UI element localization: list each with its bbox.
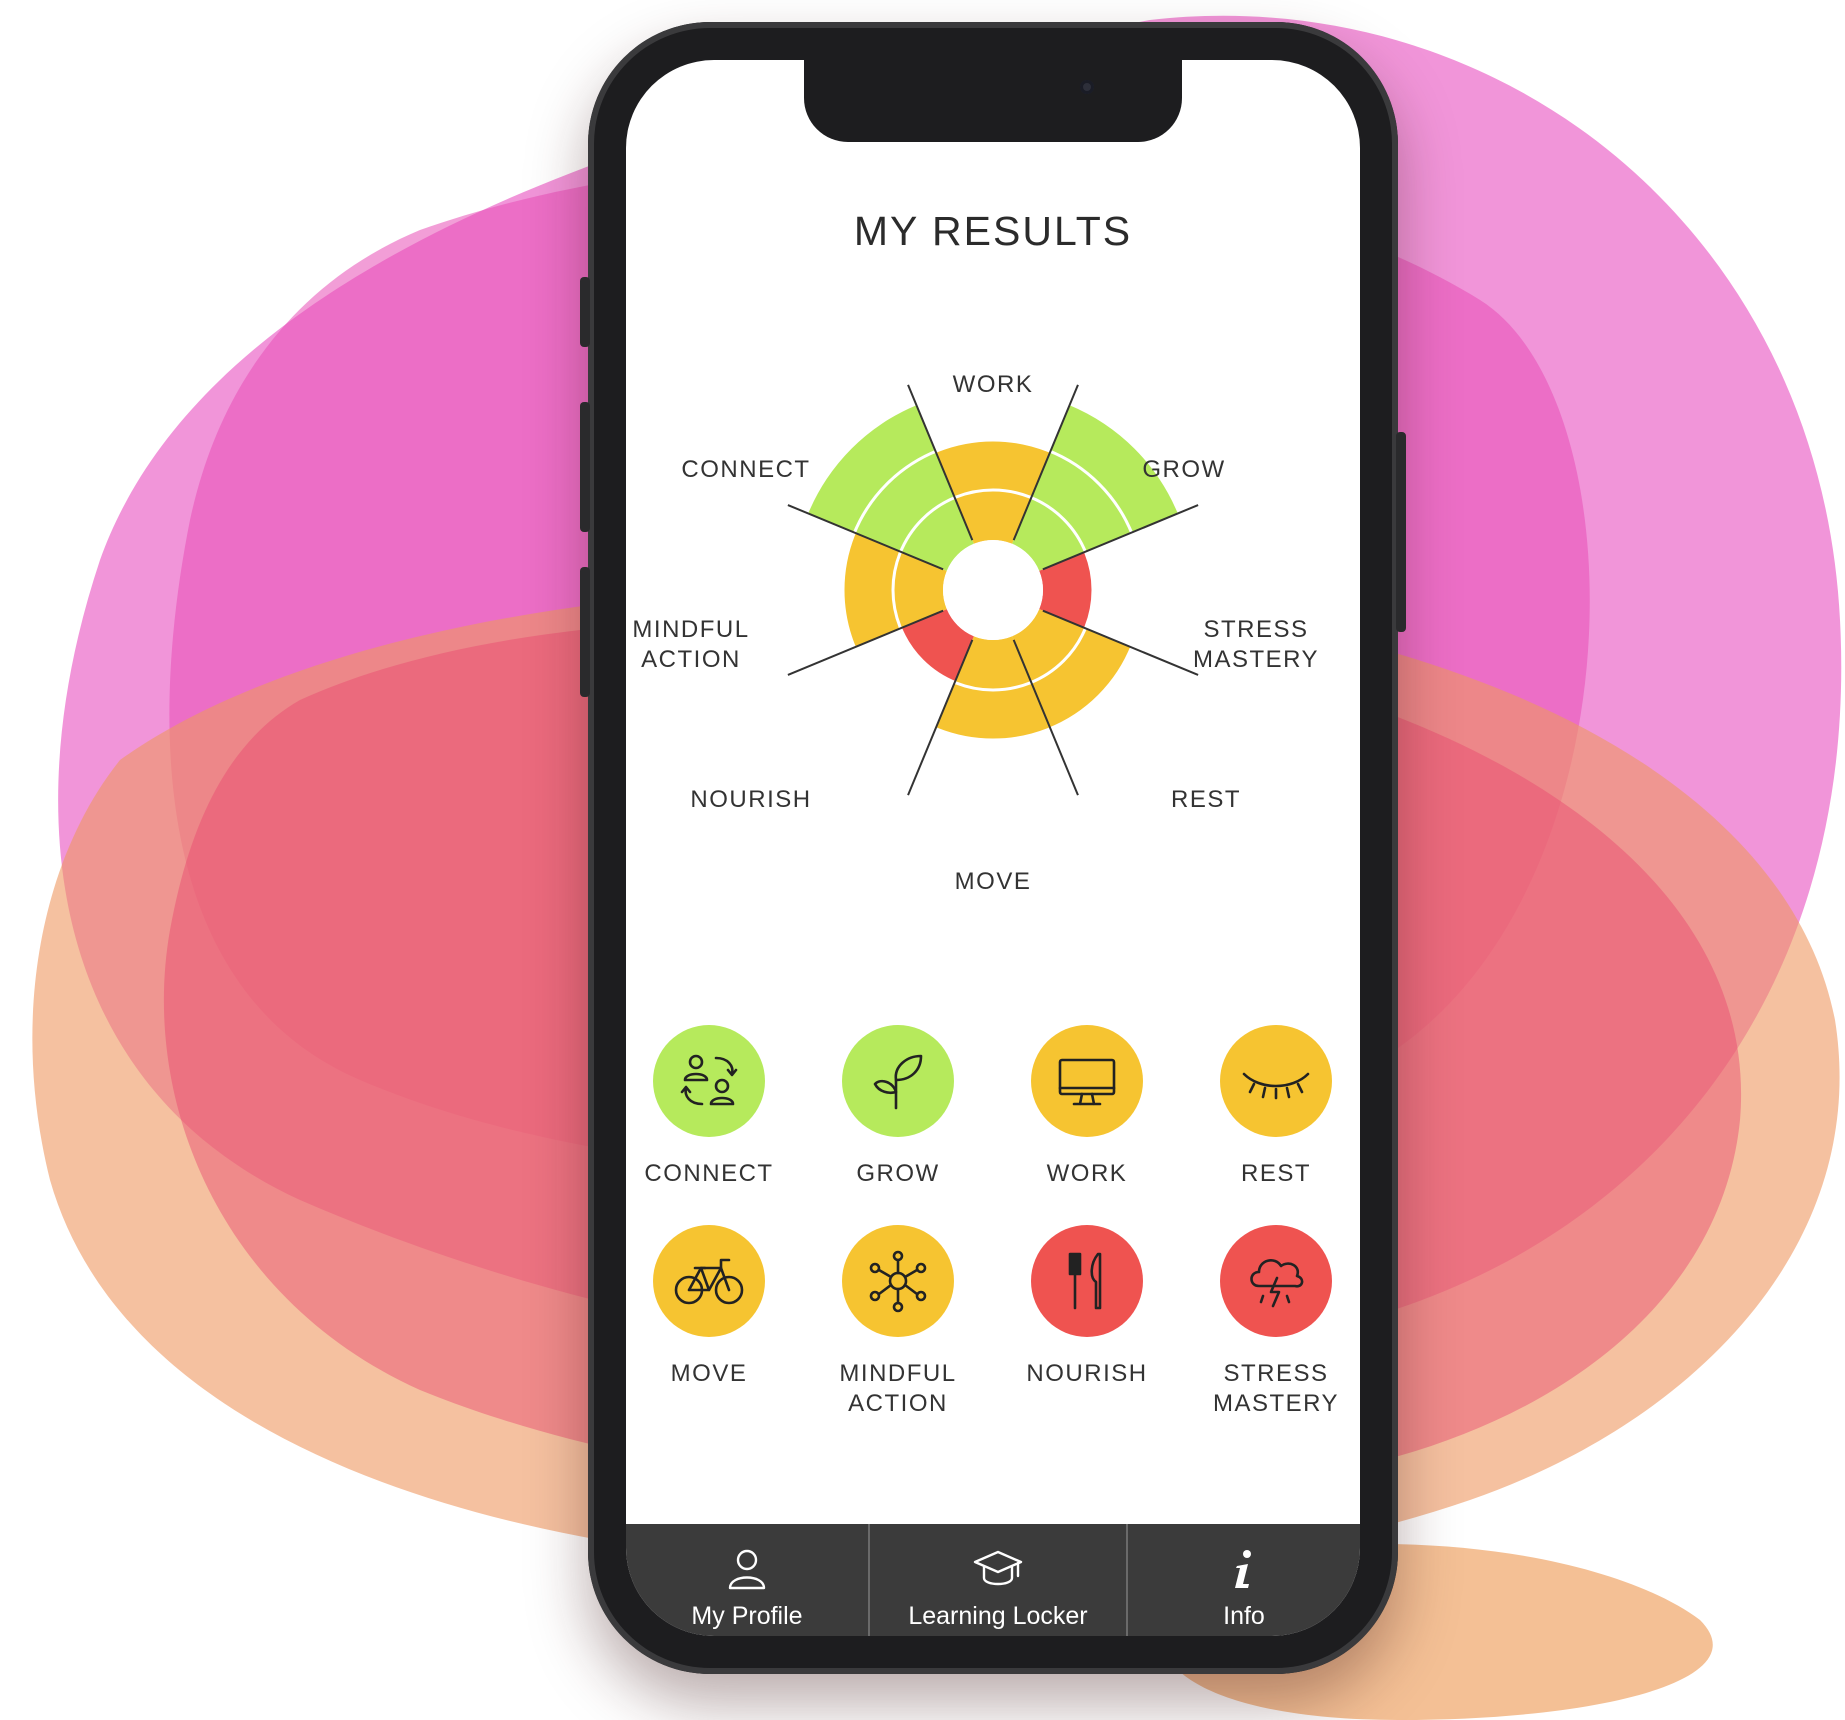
page-title: MY RESULTS	[853, 208, 1133, 254]
category-label: GROW	[856, 1160, 940, 1187]
wheel-label-rest: REST	[1170, 786, 1242, 813]
bottom-tab-bar: My Profile Learning Locker Info	[626, 1524, 1360, 1636]
bicycle-icon	[674, 1258, 744, 1305]
monitor-icon	[1058, 1058, 1116, 1106]
tab-label: My Profile	[691, 1602, 803, 1630]
info-icon	[1235, 1550, 1251, 1588]
phone-side-button	[1396, 432, 1406, 632]
category-circle	[653, 1225, 765, 1337]
category-work[interactable]: WORK	[997, 1025, 1177, 1189]
network-icon	[869, 1250, 927, 1313]
phone-side-button	[580, 567, 590, 697]
category-circle	[1220, 1225, 1332, 1337]
category-circle	[1031, 1025, 1143, 1137]
wheel-label-move: MOVE	[954, 868, 1032, 895]
wheel-label-grow: GROW	[1142, 456, 1226, 483]
sprout-icon	[873, 1054, 923, 1110]
camera-icon	[1080, 80, 1094, 94]
category-grow[interactable]: GROW	[808, 1025, 988, 1189]
user-icon	[728, 1549, 766, 1590]
tab-info[interactable]: Info	[1128, 1524, 1360, 1636]
category-label: CONNECT	[644, 1160, 774, 1187]
wheel-segment-connect	[808, 405, 974, 571]
category-label: MINDFUL ACTION	[839, 1360, 957, 1417]
category-nourish[interactable]: NOURISH	[997, 1225, 1177, 1389]
category-rest[interactable]: REST	[1186, 1025, 1360, 1189]
category-stress-mastery[interactable]: STRESS MASTERY	[1186, 1225, 1360, 1419]
category-circle	[842, 1225, 954, 1337]
results-wheel	[787, 384, 1199, 796]
tab-learning-locker[interactable]: Learning Locker	[870, 1524, 1128, 1636]
closed-eye-icon	[1242, 1072, 1310, 1100]
wheel-label-nourish: NOURISH	[690, 786, 812, 813]
phone-notch	[804, 60, 1182, 142]
category-label: REST	[1240, 1160, 1311, 1187]
category-circle	[842, 1025, 954, 1137]
category-move[interactable]: MOVE	[626, 1225, 799, 1389]
phone-side-button	[580, 277, 590, 347]
category-label: MOVE	[670, 1360, 748, 1387]
wheel-segment-grow	[1012, 405, 1178, 571]
category-circle	[1220, 1025, 1332, 1137]
storm-cloud-icon	[1250, 1259, 1304, 1308]
category-mindful-action[interactable]: MINDFUL ACTION	[808, 1225, 988, 1419]
tab-label: Info	[1223, 1602, 1265, 1630]
category-circle	[1031, 1225, 1143, 1337]
wheel-label-stress-mastery: STRESS MASTERY	[1192, 616, 1320, 673]
category-connect[interactable]: CONNECT	[626, 1025, 799, 1189]
category-label: WORK	[1046, 1160, 1128, 1187]
wheel-label-connect: CONNECT	[681, 456, 811, 483]
phone-frame: MY RESULTS WORK GROW STRESS MASTERY REST…	[580, 22, 1406, 1674]
wheel-label-mindful-action: MINDFUL ACTION	[632, 616, 750, 673]
graduation-cap-icon	[973, 1550, 1023, 1586]
category-label: NOURISH	[1026, 1360, 1148, 1387]
tab-my-profile[interactable]: My Profile	[626, 1524, 870, 1636]
tab-label: Learning Locker	[908, 1602, 1088, 1630]
wheel-label-work: WORK	[952, 371, 1034, 398]
cutlery-icon	[1068, 1252, 1102, 1310]
connect-people-icon	[680, 1054, 738, 1106]
wheel-center	[943, 540, 1043, 640]
app-screen: MY RESULTS WORK GROW STRESS MASTERY REST…	[626, 60, 1360, 1636]
category-label: STRESS MASTERY	[1212, 1360, 1340, 1417]
phone-side-button	[580, 402, 590, 532]
category-circle	[653, 1025, 765, 1137]
